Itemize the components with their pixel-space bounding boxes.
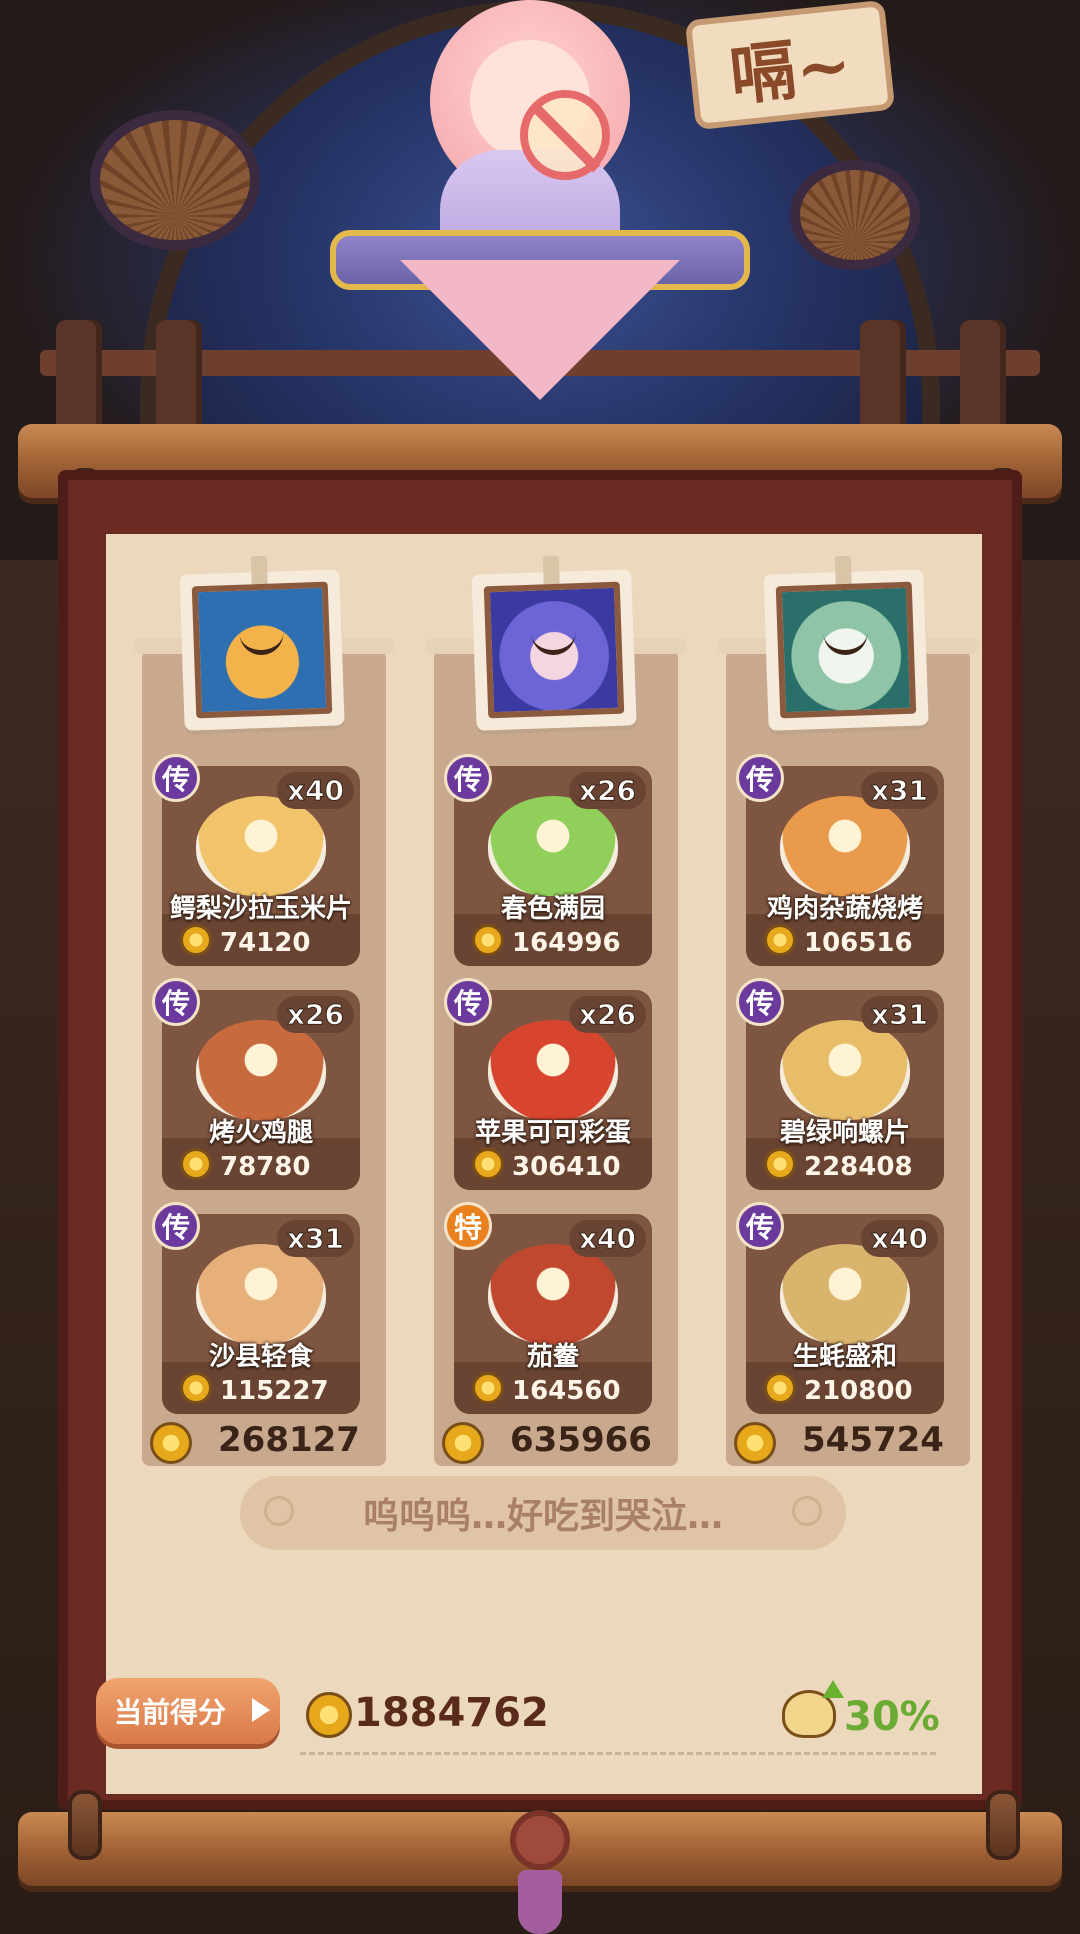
rarity-badge: 传 (152, 978, 200, 1026)
bonus-percent: 30% (844, 1694, 940, 1740)
judge-comment: 呜呜呜…好吃到哭泣… (240, 1476, 846, 1550)
judge-table (330, 220, 750, 400)
rarity-badge: 传 (152, 1202, 200, 1250)
right-fan-decoration (790, 160, 920, 270)
rarity-badge: 特 (444, 1202, 492, 1250)
dish-image (488, 1020, 618, 1120)
column-total: 268127 (150, 1420, 360, 1466)
dish-name: 烤火鸡腿 (208, 1118, 313, 1148)
dish-card[interactable]: 传 x31 沙县轻食 115227 (152, 1202, 360, 1414)
dish-count: x26 (568, 996, 646, 1033)
divider (300, 1752, 936, 1755)
coin-icon (180, 924, 212, 956)
dish-score: 74120 (220, 928, 311, 958)
dish-card[interactable]: 传 x40 鳄梨沙拉玉米片 74120 (152, 754, 360, 966)
bottom-roller-cap-left (68, 1790, 102, 1860)
dish-count: x31 (860, 772, 938, 809)
judge-comment-text: 呜呜呜…好吃到哭泣… (362, 1496, 723, 1537)
dish-card[interactable]: 传 x26 苹果可可彩蛋 306410 (444, 978, 652, 1190)
column-total: 545724 (734, 1420, 944, 1466)
dish-name: 鸡肉杂蔬烧烤 (766, 894, 923, 924)
dish-image (488, 796, 618, 896)
character-portrait[interactable] (471, 555, 637, 731)
dish-image (196, 1020, 326, 1120)
coin-icon (306, 1692, 352, 1738)
coin-icon (764, 1148, 796, 1180)
rarity-badge: 传 (152, 754, 200, 802)
dish-score: 164560 (512, 1376, 621, 1406)
coin-icon (734, 1422, 776, 1464)
dish-card[interactable]: 传 x31 鸡肉杂蔬烧烤 106516 (736, 754, 944, 966)
coin-icon (442, 1422, 484, 1464)
rarity-badge: 传 (736, 1202, 784, 1250)
dish-card[interactable]: 传 x26 烤火鸡腿 78780 (152, 978, 360, 1190)
dish-score: 78780 (220, 1152, 311, 1182)
burp-sign-text: 嗝~ (726, 24, 855, 116)
dish-score: 115227 (220, 1376, 329, 1406)
dish-name: 碧绿响螺片 (779, 1118, 910, 1148)
dish-count: x40 (276, 772, 354, 809)
dish-card[interactable]: 传 x40 生蚝盛和 210800 (736, 1202, 944, 1414)
dish-count: x40 (860, 1220, 938, 1257)
coin-icon (180, 1148, 212, 1180)
dish-name: 茄鲞 (526, 1342, 579, 1372)
rarity-badge: 传 (444, 754, 492, 802)
dish-name: 沙县轻食 (208, 1342, 313, 1372)
no-food-icon (520, 90, 610, 180)
dish-card[interactable]: 特 x40 茄鲞 164560 (444, 1202, 652, 1414)
play-arrow-icon (252, 1698, 270, 1722)
dish-image (780, 1244, 910, 1344)
dish-score: 164996 (512, 928, 621, 958)
dish-card[interactable]: 传 x31 碧绿响螺片 228408 (736, 978, 944, 1190)
character-portrait[interactable] (179, 555, 345, 731)
dish-image (780, 1020, 910, 1120)
left-fan-decoration (90, 110, 260, 250)
total-score: 1884762 (354, 1690, 549, 1736)
dish-name: 苹果可可彩蛋 (474, 1118, 631, 1148)
dish-image (196, 796, 326, 896)
rarity-badge: 传 (736, 978, 784, 1026)
rarity-badge: 传 (736, 754, 784, 802)
dish-name: 鳄梨沙拉玉米片 (169, 894, 352, 924)
dish-count: x26 (568, 772, 646, 809)
coin-icon (764, 1372, 796, 1404)
coin-icon (150, 1422, 192, 1464)
white-hair-hero-avatar (775, 581, 917, 719)
purple-hair-hero-avatar (483, 581, 625, 719)
column-total-value: 635966 (510, 1420, 652, 1460)
coin-icon (764, 924, 796, 956)
coin-icon (472, 1148, 504, 1180)
dish-name: 春色满园 (500, 894, 605, 924)
column-total-value: 268127 (218, 1420, 360, 1460)
dish-score: 106516 (804, 928, 913, 958)
bottom-roller-cap-right (986, 1790, 1020, 1860)
current-score-label: 当前得分 (114, 1696, 227, 1729)
tassel-decoration (488, 1810, 592, 1934)
dish-card[interactable]: 传 x26 春色满园 164996 (444, 754, 652, 966)
dish-count: x31 (860, 996, 938, 1033)
column-total-value: 545724 (802, 1420, 944, 1460)
dish-image (488, 1244, 618, 1344)
rarity-badge: 传 (444, 978, 492, 1026)
bear-hero-avatar (191, 581, 333, 719)
dish-count: x26 (276, 996, 354, 1033)
coin-icon (472, 924, 504, 956)
dish-image (780, 796, 910, 896)
burp-sign: 嗝~ (684, 0, 896, 131)
character-portrait[interactable] (763, 555, 929, 731)
dish-count: x31 (276, 1220, 354, 1257)
dish-count: x40 (568, 1220, 646, 1257)
column-total: 635966 (442, 1420, 652, 1466)
coin-icon (472, 1372, 504, 1404)
dish-image (196, 1244, 326, 1344)
current-score-button[interactable]: 当前得分 (96, 1678, 280, 1744)
coin-icon (180, 1372, 212, 1404)
dish-score: 306410 (512, 1152, 621, 1182)
up-arrow-icon (822, 1680, 844, 1698)
dish-score: 210800 (804, 1376, 913, 1406)
dish-name: 生蚝盛和 (792, 1342, 897, 1372)
dish-score: 228408 (804, 1152, 913, 1182)
